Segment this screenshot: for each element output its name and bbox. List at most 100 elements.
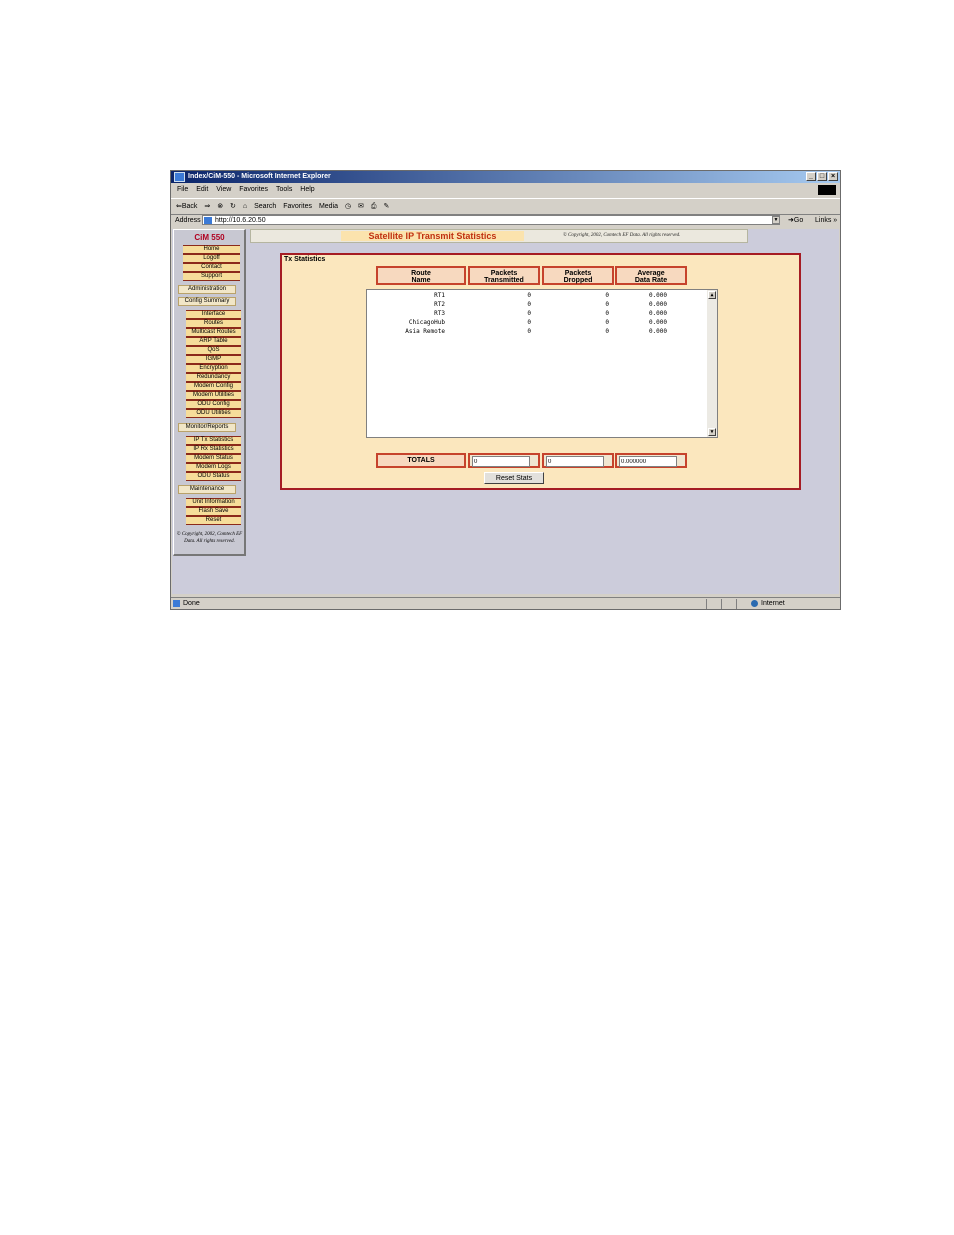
menu-view[interactable]: View <box>216 186 231 193</box>
status-divider <box>721 599 722 609</box>
total-transmitted-field[interactable] <box>472 456 530 467</box>
page-done-icon <box>173 600 180 607</box>
sidebar-section-config-summary[interactable]: Config Summary <box>178 297 236 306</box>
sidebar-section-administration[interactable]: Administration <box>178 285 236 294</box>
sidebar-item-modem-utilities[interactable]: Modem Utilities <box>186 391 241 400</box>
sidebar-item-odu-utilities[interactable]: ODU Utilities <box>186 409 241 418</box>
sidebar-item-redundancy[interactable]: Redundancy <box>186 373 241 382</box>
sidebar-section-monitor-reports[interactable]: Monitor/Reports <box>178 423 236 432</box>
address-input[interactable]: http://10.6.20.50 <box>202 215 780 225</box>
back-button[interactable]: ⇐Back <box>176 203 197 210</box>
column-header-packets-transmitted: Packets Transmitted <box>468 266 540 285</box>
internet-zone-icon <box>751 600 758 607</box>
minimize-button[interactable]: _ <box>806 172 816 181</box>
sidebar-copyright: © Copyright, 2002, Comtech EF Data. All … <box>176 532 243 544</box>
maximize-button[interactable]: □ <box>817 172 827 181</box>
favorites-button[interactable]: Favorites <box>283 203 312 210</box>
list-item[interactable]: RT2 0 0 0.000 <box>367 300 707 309</box>
list-item[interactable]: RT1 0 0 0.000 <box>367 291 707 300</box>
page-content: CiM 550 Home Logoff Contact Support Admi… <box>172 229 839 594</box>
sidebar: CiM 550 Home Logoff Contact Support Admi… <box>173 229 246 556</box>
sidebar-item-flash-save[interactable]: Flash Save <box>186 507 241 516</box>
sidebar-item-modem-config[interactable]: Modem Config <box>186 382 241 391</box>
sidebar-item-igmp[interactable]: IGMP <box>186 355 241 364</box>
page-title: Satellite IP Transmit Statistics <box>341 231 524 241</box>
address-bar: Address http://10.6.20.50 ▼ ➜Go Links » <box>171 214 840 227</box>
print-icon[interactable]: ⎙ <box>371 203 377 210</box>
search-button[interactable]: Search <box>254 203 276 210</box>
total-dropped-field[interactable] <box>546 456 604 467</box>
menu-help[interactable]: Help <box>300 186 314 193</box>
browser-window: Index/CiM-550 - Microsoft Internet Explo… <box>170 170 841 610</box>
sidebar-item-routes[interactable]: Routes <box>186 319 241 328</box>
forward-button[interactable]: ⇒ <box>204 203 210 210</box>
close-button[interactable]: × <box>828 172 838 181</box>
menu-favorites[interactable]: Favorites <box>239 186 268 193</box>
sidebar-item-qos[interactable]: QoS <box>186 346 241 355</box>
ie-icon <box>174 172 185 182</box>
sidebar-item-home[interactable]: Home <box>183 245 240 254</box>
status-divider <box>706 599 707 609</box>
panel-heading: Tx Statistics <box>284 256 326 263</box>
total-data-rate-box <box>615 453 687 468</box>
history-icon[interactable]: ◷ <box>345 203 351 210</box>
total-data-rate-field[interactable] <box>619 456 677 467</box>
address-dropdown-icon[interactable]: ▼ <box>772 216 780 224</box>
sidebar-section-maintenance[interactable]: Maintenance <box>178 485 236 494</box>
sidebar-item-encryption[interactable]: Encryption <box>186 364 241 373</box>
reset-stats-button[interactable]: Reset Stats <box>484 472 544 484</box>
title-bar: Index/CiM-550 - Microsoft Internet Explo… <box>171 171 840 183</box>
sidebar-item-ip-rx-statistics[interactable]: IP Rx Statistics <box>186 445 241 454</box>
list-item[interactable]: Asia Remote 0 0 0.000 <box>367 327 707 336</box>
sidebar-item-ip-tx-statistics[interactable]: IP Tx Statistics <box>186 436 241 445</box>
sidebar-item-interface[interactable]: Interface <box>186 310 241 319</box>
page-header: Satellite IP Transmit Statistics © Copyr… <box>250 229 748 243</box>
window-title: Index/CiM-550 - Microsoft Internet Explo… <box>188 173 331 180</box>
sidebar-item-odu-config[interactable]: ODU Config <box>186 400 241 409</box>
sidebar-item-multicast-routes[interactable]: Multicast Routes <box>186 328 241 337</box>
column-header-packets-dropped: Packets Dropped <box>542 266 614 285</box>
window-controls: _ □ × <box>806 172 838 181</box>
column-header-route-name: Route Name <box>376 266 466 285</box>
sidebar-item-modem-logs[interactable]: Modem Logs <box>186 463 241 472</box>
home-icon[interactable]: ⌂ <box>243 203 247 210</box>
header-copyright: © Copyright, 2002, Comtech EF Data. All … <box>563 233 681 238</box>
list-item[interactable]: ChicagoHub 0 0 0.000 <box>367 318 707 327</box>
scroll-down-icon[interactable]: ▼ <box>708 428 716 436</box>
list-scrollbar[interactable]: ▲ ▼ <box>707 290 717 437</box>
sidebar-item-reset[interactable]: Reset <box>186 516 241 525</box>
list-item[interactable]: RT3 0 0 0.000 <box>367 309 707 318</box>
sidebar-item-support[interactable]: Support <box>183 272 240 281</box>
address-label: Address <box>175 217 201 224</box>
toolbar: ⇐Back ⇒ ⊗ ↻ ⌂ Search Favorites Media ◷ ✉… <box>171 198 840 215</box>
menu-edit[interactable]: Edit <box>196 186 208 193</box>
menu-bar: File Edit View Favorites Tools Help <box>171 184 840 196</box>
edit-icon[interactable]: ✎ <box>383 203 389 210</box>
status-bar: Done Internet <box>171 597 840 610</box>
links-button[interactable]: Links » <box>815 214 837 227</box>
refresh-icon[interactable]: ↻ <box>230 203 236 210</box>
total-transmitted-box <box>468 453 540 468</box>
sidebar-item-modem-status[interactable]: Modem Status <box>186 454 241 463</box>
column-header-average-data-rate: Average Data Rate <box>615 266 687 285</box>
media-button[interactable]: Media <box>319 203 338 210</box>
windows-logo-icon <box>818 185 836 195</box>
tx-statistics-panel: Tx Statistics Route Name Packets Transmitt… <box>280 253 801 490</box>
menu-tools[interactable]: Tools <box>276 186 292 193</box>
menu-file[interactable]: File <box>177 186 188 193</box>
scroll-up-icon[interactable]: ▲ <box>708 291 716 299</box>
sidebar-item-logoff[interactable]: Logoff <box>183 254 240 263</box>
go-button[interactable]: ➜Go <box>788 214 803 227</box>
sidebar-item-odu-status[interactable]: ODU Status <box>186 472 241 481</box>
sidebar-item-contact[interactable]: Contact <box>183 263 240 272</box>
product-logo: CiM 550 <box>194 233 225 242</box>
sidebar-item-unit-information[interactable]: Unit Information <box>186 498 241 507</box>
security-zone: Internet <box>761 600 785 607</box>
mail-icon[interactable]: ✉ <box>358 203 364 210</box>
status-text: Done <box>183 600 200 607</box>
stop-icon[interactable]: ⊗ <box>217 203 223 210</box>
total-dropped-box <box>542 453 614 468</box>
route-stats-list[interactable]: RT1 0 0 0.000 RT2 0 0 0.000 RT3 0 0 0.00… <box>366 289 718 438</box>
page-icon <box>204 217 212 224</box>
sidebar-item-arp-table[interactable]: ARP Table <box>186 337 241 346</box>
